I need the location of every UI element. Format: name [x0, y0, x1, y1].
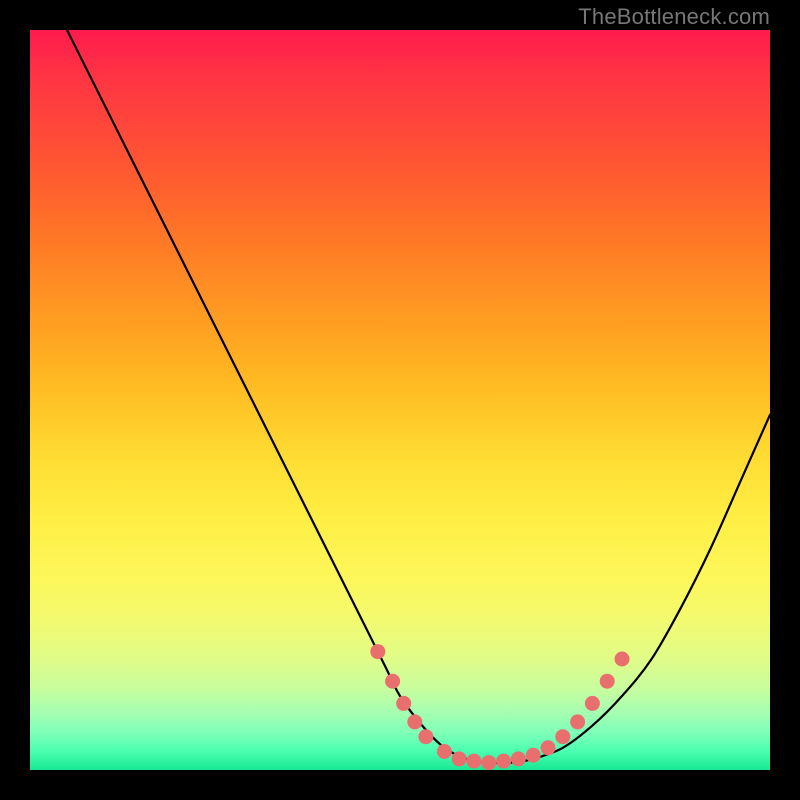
marker-dot	[615, 652, 630, 667]
watermark-text: TheBottleneck.com	[578, 4, 770, 30]
curve-layer	[67, 30, 770, 763]
marker-dot	[585, 696, 600, 711]
marker-dot	[600, 674, 615, 689]
marker-dot	[570, 714, 585, 729]
valley-markers	[370, 644, 629, 770]
chart-svg	[30, 30, 770, 770]
marker-dot	[385, 674, 400, 689]
marker-dot	[555, 729, 570, 744]
marker-dot	[481, 755, 496, 770]
marker-dot	[467, 754, 482, 769]
marker-dot	[396, 696, 411, 711]
marker-dot	[526, 748, 541, 763]
chart-frame: TheBottleneck.com	[0, 0, 800, 800]
marker-dot	[452, 751, 467, 766]
marker-dot	[496, 754, 511, 769]
marker-dot	[370, 644, 385, 659]
marker-dot	[541, 740, 556, 755]
marker-dot	[511, 751, 526, 766]
marker-dot	[437, 744, 452, 759]
bottleneck-curve	[67, 30, 770, 763]
marker-dot	[418, 729, 433, 744]
marker-dot	[407, 714, 422, 729]
plot-area	[30, 30, 770, 770]
